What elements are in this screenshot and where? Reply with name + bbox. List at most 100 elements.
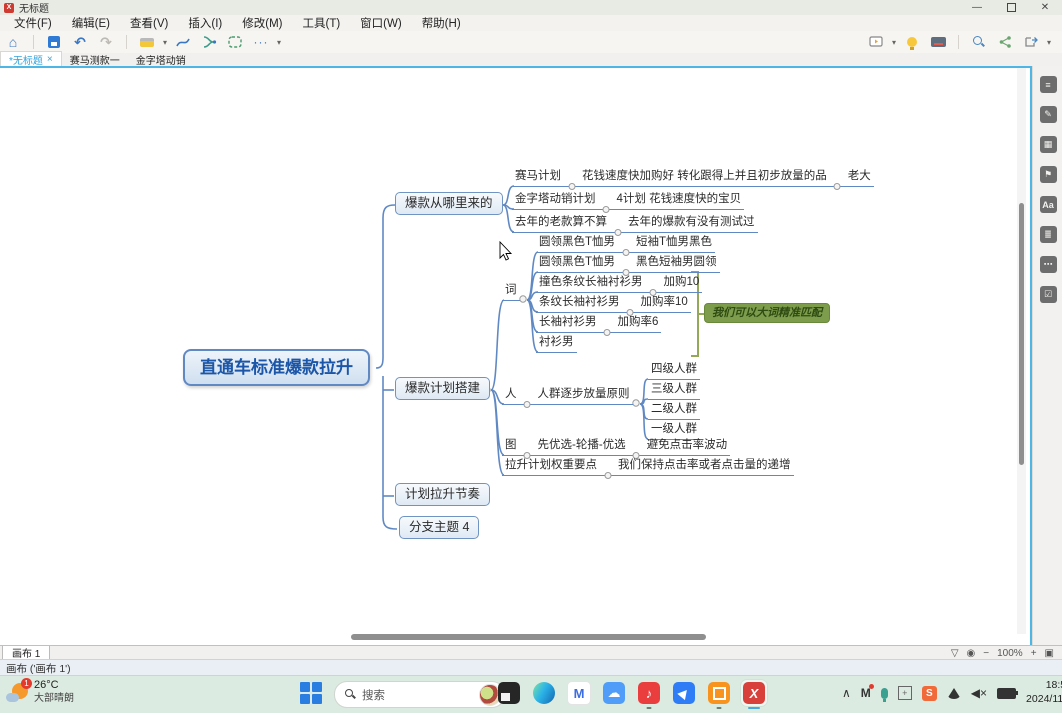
topic-people[interactable]: 人: [502, 388, 520, 405]
topic-keyword-4b[interactable]: 加购率10: [638, 296, 691, 313]
home-icon[interactable]: ⌂: [2, 33, 24, 51]
export-dropdown-icon[interactable]: ▾: [1044, 38, 1054, 47]
zoom-out-button[interactable]: −: [983, 648, 989, 659]
taskbar-search-box[interactable]: 搜索: [334, 681, 505, 708]
topic-saima-plan[interactable]: 赛马计划: [512, 170, 564, 187]
search-icon[interactable]: [968, 33, 990, 51]
notes-icon[interactable]: ≣: [1040, 226, 1057, 243]
branch-plan-pullup-rhythm[interactable]: 计划拉升节奏: [395, 483, 490, 506]
topic-4-plans-fast-spend[interactable]: 4计划 花钱速度快的宝贝: [614, 193, 745, 210]
horizontal-scrollbar-thumb[interactable]: [351, 634, 706, 640]
branch-where-hot-items-come-from[interactable]: 爆款从哪里来的: [395, 192, 503, 215]
locate-icon[interactable]: ◉: [967, 648, 976, 659]
battery-icon[interactable]: [997, 688, 1016, 699]
tab-close-icon[interactable]: ×: [47, 54, 53, 65]
topic-words[interactable]: 词: [502, 284, 520, 301]
chevron-up-icon[interactable]: ∧: [842, 686, 851, 700]
format-brush-icon[interactable]: ✎: [1040, 106, 1057, 123]
topic-crowd-level-2[interactable]: 二级人群: [648, 403, 700, 420]
topic-image[interactable]: 图: [502, 439, 520, 456]
more-icon[interactable]: ···: [250, 33, 272, 51]
collapse-dot-icon[interactable]: [618, 262, 633, 273]
folders-icon[interactable]: [496, 680, 522, 706]
cloud-drive-icon[interactable]: ☁: [601, 680, 627, 706]
screenshot-tool-icon[interactable]: +: [898, 686, 912, 700]
topic-keyword-6[interactable]: 衬衫男: [536, 336, 577, 353]
menu-help[interactable]: 帮助(H): [412, 15, 471, 31]
branch-subtopic-4[interactable]: 分支主题 4: [399, 516, 479, 539]
pointer-app-icon[interactable]: [671, 680, 697, 706]
topic-fast-spend-good-cart[interactable]: 花钱速度快加购好 转化跟得上并且初步放量的品: [579, 170, 830, 187]
collapse-dot-icon[interactable]: [599, 199, 614, 210]
topic-keyword-1b[interactable]: 短袖T恤男黑色: [633, 236, 715, 253]
taskbar-weather-widget[interactable]: 1 26°C 大部晴朗: [6, 679, 74, 705]
topic-keyword-3[interactable]: 撞色条纹长袖衬衫男: [536, 276, 646, 293]
topic-last-year-old-style[interactable]: 去年的老款算不算: [512, 216, 610, 233]
xmind-app-icon[interactable]: X: [741, 680, 767, 706]
lightbulb-icon[interactable]: [901, 33, 923, 51]
topic-keyword-4[interactable]: 条纹长袖衬衫男: [536, 296, 623, 313]
mindmap-canvas[interactable]: [0, 66, 1032, 648]
presentation-icon[interactable]: [865, 33, 887, 51]
topic-crowd-principle[interactable]: 人群逐步放量原则: [535, 388, 633, 405]
save-icon[interactable]: [43, 33, 65, 51]
zoom-level[interactable]: 100%: [997, 648, 1023, 659]
taskbar-clock[interactable]: 18:56 2024/11/1: [1026, 679, 1062, 706]
share-icon[interactable]: [994, 33, 1016, 51]
boundary-icon[interactable]: [224, 33, 246, 51]
restore-button[interactable]: [994, 0, 1028, 15]
start-button[interactable]: [300, 682, 323, 705]
capture-app-icon[interactable]: [706, 680, 732, 706]
outline-icon[interactable]: ≡: [1040, 76, 1057, 93]
topic-keyword-2[interactable]: 圆领黑色T恤男: [536, 256, 618, 273]
topic-avoid-ctr-fluctuation[interactable]: 避免点击率波动: [644, 439, 731, 456]
topic-keyword-5b[interactable]: 加购率6: [615, 316, 662, 333]
summary-icon[interactable]: [198, 33, 220, 51]
m-app-icon[interactable]: M: [566, 680, 592, 706]
topic-keyword-3b[interactable]: 加购10: [661, 276, 703, 293]
collapse-dot-icon[interactable]: [564, 176, 579, 187]
vertical-scrollbar-thumb[interactable]: [1019, 203, 1024, 465]
summary-callout[interactable]: 我们可以大词精准匹配: [704, 303, 830, 323]
minimize-button[interactable]: —: [960, 0, 994, 15]
comment-icon[interactable]: ⋯: [1040, 256, 1057, 273]
collapse-dot-icon[interactable]: [600, 322, 615, 333]
topic-crowd-level-1[interactable]: 一级人群: [648, 423, 700, 440]
tab-saima-cekuan[interactable]: 赛马测款一: [62, 52, 128, 66]
collapse-dot-icon[interactable]: [646, 282, 661, 293]
more-dropdown-icon[interactable]: ▾: [274, 38, 284, 47]
undo-icon[interactable]: ↶: [69, 33, 91, 51]
topic-pyramid-plan[interactable]: 金字塔动销计划: [512, 193, 599, 210]
topic-image-strategy[interactable]: 先优选-轮播-优选: [535, 439, 629, 456]
menu-edit[interactable]: 编辑(E): [62, 15, 120, 31]
pitch-mode-icon[interactable]: [927, 33, 949, 51]
tab-untitled[interactable]: *无标题 ×: [0, 51, 62, 66]
sheet-tab-canvas-1[interactable]: 画布 1: [2, 646, 50, 660]
collapse-dot-icon[interactable]: [520, 394, 535, 405]
collapse-dot-icon[interactable]: [629, 445, 644, 456]
marker-dropdown-icon[interactable]: ▾: [160, 38, 170, 47]
sogou-input-icon[interactable]: S: [922, 686, 937, 701]
collapse-dot-icon[interactable]: [600, 465, 615, 476]
edge-browser-icon[interactable]: [531, 680, 557, 706]
menu-tools[interactable]: 工具(T): [292, 15, 350, 31]
marker-pen-icon[interactable]: [136, 33, 158, 51]
m-tray-icon[interactable]: M: [861, 686, 871, 700]
marker-flag-icon[interactable]: ⚑: [1040, 166, 1057, 183]
collapse-dot-icon[interactable]: [520, 445, 535, 456]
menu-window[interactable]: 窗口(W): [350, 15, 412, 31]
menu-view[interactable]: 查看(V): [120, 15, 178, 31]
topic-keyword-1[interactable]: 圆领黑色T恤男: [536, 236, 618, 253]
menu-insert[interactable]: 插入(I): [178, 15, 232, 31]
label-icon[interactable]: Aa: [1040, 196, 1057, 213]
filter-icon[interactable]: ▽: [951, 648, 959, 659]
collapse-dot-icon[interactable]: [623, 302, 638, 313]
collapse-dot-icon[interactable]: [610, 222, 625, 233]
menu-modify[interactable]: 修改(M): [232, 15, 292, 31]
topic-laoda[interactable]: 老大: [845, 170, 874, 187]
presentation-dropdown-icon[interactable]: ▾: [889, 38, 899, 47]
fit-map-icon[interactable]: ▣: [1045, 648, 1054, 659]
relationship-icon[interactable]: [172, 33, 194, 51]
close-button[interactable]: ✕: [1028, 0, 1062, 15]
topic-keyword-2b[interactable]: 黑色短袖男圆领: [633, 256, 720, 273]
